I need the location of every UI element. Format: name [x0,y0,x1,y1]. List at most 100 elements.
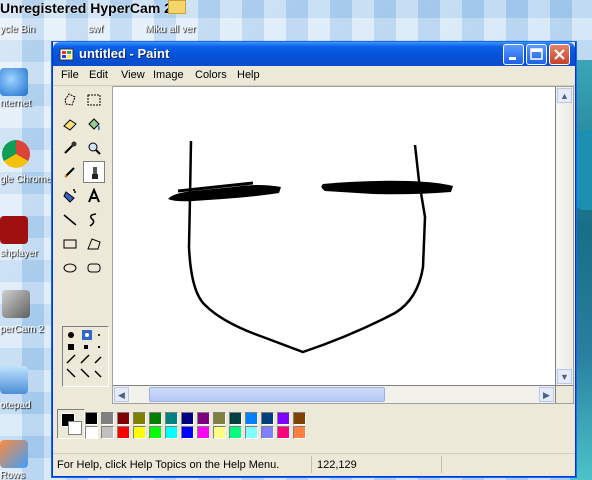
palette-swatch[interactable] [101,426,114,439]
palette-swatch[interactable] [197,426,210,439]
flash-icon[interactable] [0,216,28,244]
menu-image[interactable]: Image [153,69,184,81]
menu-colors[interactable]: Colors [195,69,227,81]
face-outline-stroke [187,140,427,354]
scroll-right-arrow[interactable]: ▶ [539,387,554,402]
menu-file[interactable]: File [61,69,79,81]
palette-swatch[interactable] [213,412,226,425]
palette-swatch[interactable] [133,426,146,439]
palette-swatch[interactable] [85,412,98,425]
palette-swatch[interactable] [117,412,130,425]
wallpaper-art [575,130,592,210]
desktop-top-label: swf [88,24,103,35]
desktop-icon-flashplayer[interactable]: shplayer [0,248,38,259]
palette-swatch[interactable] [245,426,258,439]
palette-swatch[interactable] [85,426,98,439]
curve-tool[interactable] [83,209,105,231]
window-title: untitled - Paint [79,46,170,61]
scroll-down-arrow[interactable]: ▼ [557,369,572,384]
palette-swatch[interactable] [293,412,306,425]
status-separator [441,456,442,473]
toolbox [56,87,109,437]
horizontal-scroll-thumb[interactable] [149,387,385,402]
notepad-icon[interactable] [0,366,28,394]
palette-swatch[interactable] [277,426,290,439]
close-button[interactable] [549,44,570,65]
pick-color-tool[interactable] [59,137,81,159]
internet-explorer-icon[interactable] [0,68,28,96]
paint-window: untitled - Paint File Edit View Image Co… [52,42,576,477]
rounded-rectangle-tool[interactable] [83,257,105,279]
app-icon[interactable] [0,440,28,468]
status-separator [311,456,312,473]
eraser-tool[interactable] [59,113,81,135]
palette-swatch[interactable] [197,412,210,425]
airbrush-tool[interactable] [59,185,81,207]
palette-swatch[interactable] [101,412,114,425]
palette-swatch[interactable] [133,412,146,425]
magnifier-icon [88,142,101,155]
desktop-icon-chrome[interactable]: gle Chrome [0,174,52,185]
rectangle-icon [63,239,77,249]
fill-tool[interactable] [83,113,105,135]
line-tool[interactable] [59,209,81,231]
scroll-up-arrow[interactable]: ▲ [557,88,572,103]
magnifier-tool[interactable] [83,137,105,159]
chrome-icon[interactable] [2,140,30,168]
palette-swatch[interactable] [277,412,290,425]
desktop-icon-hypercam[interactable]: perCam 2 [0,324,44,335]
palette-swatch[interactable] [245,412,258,425]
palette-swatch[interactable] [117,426,130,439]
hypercam-watermark: Unregistered HyperCam 2 [0,0,172,16]
close-icon [554,49,565,60]
right-eye-stroke [321,180,453,195]
brush-tool[interactable] [83,161,105,183]
ellipse-tool[interactable] [59,257,81,279]
polygon-icon [87,238,101,250]
palette-swatch[interactable] [229,426,242,439]
palette-swatch[interactable] [261,412,274,425]
brush-shape-options[interactable] [62,326,109,387]
menu-view[interactable]: View [121,69,145,81]
palette-swatch[interactable] [165,426,178,439]
palette-swatch[interactable] [261,426,274,439]
palette-swatch[interactable] [149,412,162,425]
current-colors [57,409,85,439]
desktop-top-label: Miku all ver [145,24,196,35]
menu-help[interactable]: Help [237,69,260,81]
desktop-icon-recycle-bin[interactable]: ycle Bin [0,24,35,35]
palette-swatch[interactable] [149,426,162,439]
select-tool[interactable] [83,89,105,111]
folder-icon [168,0,186,14]
minimize-button[interactable] [503,44,524,65]
maximize-button[interactable] [526,44,547,65]
menu-edit[interactable]: Edit [89,69,108,81]
vertical-scroll-track[interactable] [557,103,572,369]
fill-icon [88,118,100,131]
free-form-select-icon [64,93,76,106]
select-icon [87,94,101,106]
palette-swatch[interactable] [181,412,194,425]
scrollbar-corner [556,386,573,403]
palette-swatch[interactable] [293,426,306,439]
text-tool[interactable] [83,185,105,207]
palette-swatch[interactable] [213,426,226,439]
pencil-tool[interactable] [59,161,81,183]
vertical-scrollbar[interactable]: ▲ ▼ [556,87,573,385]
free-form-select-tool[interactable] [59,89,81,111]
palette-swatch[interactable] [229,412,242,425]
desktop-icon-internet[interactable]: nternet [0,98,31,109]
hypercam-icon[interactable] [2,290,30,318]
title-bar[interactable]: untitled - Paint [53,42,575,66]
horizontal-scrollbar[interactable]: ◀ ▶ [113,386,555,403]
drawing-canvas[interactable] [113,87,555,385]
polygon-tool[interactable] [83,233,105,255]
rectangle-tool[interactable] [59,233,81,255]
palette-swatch[interactable] [181,426,194,439]
brush-shapes-icon [66,330,102,378]
desktop-icon-app[interactable]: Rows [0,470,25,480]
scroll-left-arrow[interactable]: ◀ [114,387,129,402]
cursor-coordinates: 122,129 [317,459,357,471]
palette-swatch[interactable] [165,412,178,425]
desktop-icon-notepad[interactable]: otepad [0,400,31,411]
